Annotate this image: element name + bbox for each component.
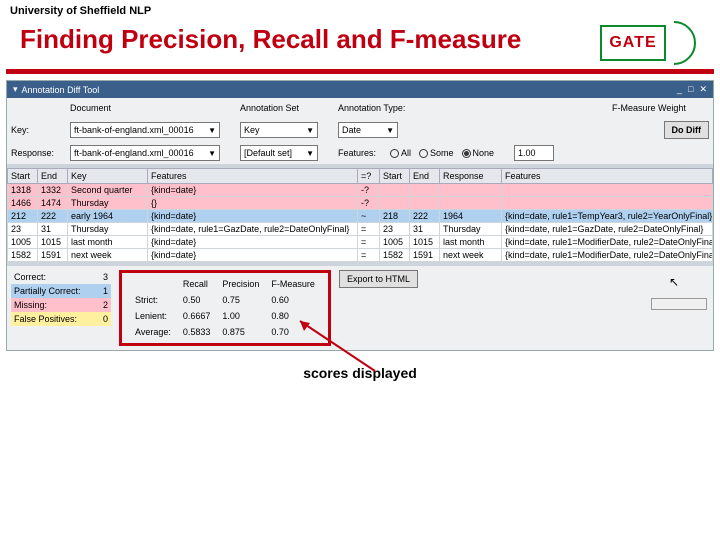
col-end[interactable]: End bbox=[38, 169, 68, 184]
partial-value: 1 bbox=[103, 286, 108, 296]
table-row[interactable]: 14661474Thursday{}-? bbox=[8, 197, 713, 210]
features-label: Features: bbox=[338, 148, 386, 158]
col-eq[interactable]: =? bbox=[358, 169, 380, 184]
do-diff-button[interactable]: Do Diff bbox=[664, 121, 710, 139]
score-row: Strict:0.500.750.60 bbox=[130, 293, 320, 307]
table-row[interactable]: 10051015last month{kind=date}=10051015la… bbox=[8, 236, 713, 249]
chevron-down-icon: ▼ bbox=[208, 126, 216, 135]
response-document-select[interactable]: ft-bank-of-england.xml_00016▼ bbox=[70, 145, 220, 161]
chevron-down-icon: ▼ bbox=[386, 126, 394, 135]
tool-title: Annotation Diff Tool bbox=[22, 85, 100, 95]
correct-value: 3 bbox=[103, 272, 108, 282]
features-all-radio[interactable]: All bbox=[390, 148, 411, 158]
maximize-icon[interactable]: □ bbox=[688, 84, 693, 95]
key-document-select[interactable]: ft-bank-of-england.xml_00016▼ bbox=[70, 122, 220, 138]
chevron-down-icon: ▼ bbox=[306, 126, 314, 135]
gate-logo-text: GATE bbox=[600, 25, 666, 61]
affiliation: University of Sheffield NLP bbox=[0, 0, 720, 17]
window-menu-icon[interactable]: ▾ bbox=[13, 84, 18, 95]
cursor-icon: ↖ bbox=[669, 275, 679, 289]
minimize-icon[interactable]: _ bbox=[677, 84, 682, 95]
col-features2[interactable]: Features bbox=[502, 169, 713, 184]
col-key[interactable]: Key bbox=[68, 169, 148, 184]
col-start[interactable]: Start bbox=[8, 169, 38, 184]
col-annotation-set: Annotation Set bbox=[240, 101, 318, 115]
table-row[interactable]: 13181332Second quarter{kind=date}-? bbox=[8, 184, 713, 197]
correct-label: Correct: bbox=[14, 272, 99, 282]
progress-bar bbox=[651, 298, 707, 310]
response-label: Response: bbox=[11, 148, 66, 158]
col-annotation-type: Annotation Type: bbox=[338, 101, 424, 115]
gate-logo: GATE bbox=[600, 17, 700, 69]
false-positives-label: False Positives: bbox=[14, 314, 99, 324]
missing-value: 2 bbox=[103, 300, 108, 310]
false-positives-value: 0 bbox=[103, 314, 108, 324]
table-row[interactable]: 212222early 1964{kind=date}~2182221964{k… bbox=[8, 210, 713, 223]
chevron-down-icon: ▼ bbox=[306, 149, 314, 158]
fmeasure-weight-input[interactable]: 1.00 bbox=[514, 145, 554, 161]
col-features[interactable]: Features bbox=[148, 169, 358, 184]
fmeasure-header: F-Measure bbox=[266, 277, 320, 291]
col-document: Document bbox=[70, 101, 220, 115]
col-start2[interactable]: Start bbox=[380, 169, 410, 184]
diff-table: StartEndKeyFeatures=?StartEndResponseFea… bbox=[7, 168, 713, 262]
col-response[interactable]: Response bbox=[440, 169, 502, 184]
close-icon[interactable]: ✕ bbox=[699, 84, 707, 95]
col-end2[interactable]: End bbox=[410, 169, 440, 184]
key-label: Key: bbox=[11, 125, 66, 135]
chevron-down-icon: ▼ bbox=[208, 149, 216, 158]
partial-label: Partially Correct: bbox=[14, 286, 99, 296]
features-none-radio[interactable]: None bbox=[462, 148, 495, 158]
header-separator bbox=[6, 69, 714, 74]
annotation-type-select[interactable]: Date▼ bbox=[338, 122, 398, 138]
annotation-arrow bbox=[280, 311, 400, 381]
missing-label: Missing: bbox=[14, 300, 99, 310]
precision-header: Precision bbox=[217, 277, 264, 291]
counts-column: Correct:3 Partially Correct:1 Missing:2 … bbox=[11, 270, 111, 326]
recall-header: Recall bbox=[178, 277, 216, 291]
page-title: Finding Precision, Recall and F-measure bbox=[20, 25, 521, 55]
response-set-select[interactable]: [Default set]▼ bbox=[240, 145, 318, 161]
export-html-button[interactable]: Export to HTML bbox=[339, 270, 418, 288]
col-fmeasure-weight: F-Measure Weight bbox=[612, 101, 702, 115]
features-some-radio[interactable]: Some bbox=[419, 148, 454, 158]
table-row[interactable]: 2331Thursday{kind=date, rule1=GazDate, r… bbox=[8, 223, 713, 236]
key-set-select[interactable]: Key▼ bbox=[240, 122, 318, 138]
table-row[interactable]: 15821591next week{kind=date}=15821591nex… bbox=[8, 249, 713, 262]
